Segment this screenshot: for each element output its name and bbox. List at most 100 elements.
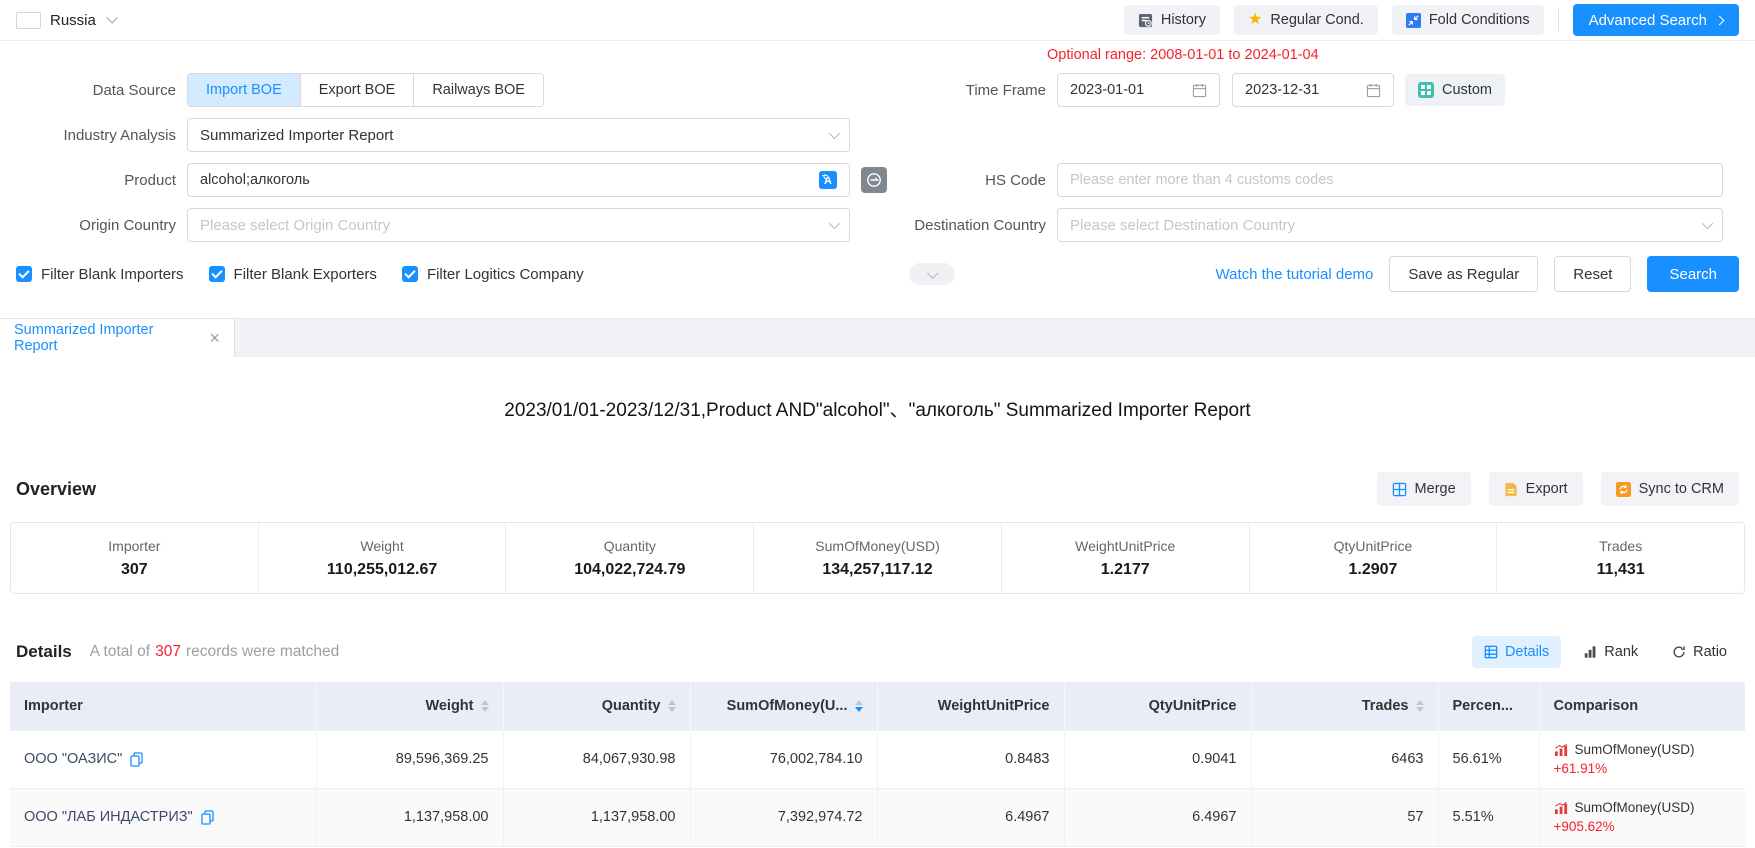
save-as-regular-button[interactable]: Save as Regular <box>1389 256 1538 292</box>
russia-flag-icon <box>16 12 41 29</box>
sort-icon[interactable] <box>668 700 676 712</box>
table-header-row: Importer Weight Quantity SumOfMoney(U...… <box>10 682 1745 730</box>
view-ratio-label: Ratio <box>1693 644 1727 660</box>
product-input[interactable] <box>200 172 819 188</box>
destination-country-label: Destination Country <box>900 217 1046 234</box>
chevron-down-icon <box>927 268 938 279</box>
weight-cell: 1,137,958.00 <box>316 788 503 846</box>
comparison-value: +61.91% <box>1554 761 1732 776</box>
copy-icon[interactable] <box>130 752 143 767</box>
view-ratio-button[interactable]: Ratio <box>1660 636 1739 668</box>
export-button[interactable]: Export <box>1489 472 1583 506</box>
match-mode-button[interactable] <box>861 167 887 193</box>
data-source-tabs: Import BOE Export BOE Railways BOE <box>187 73 544 107</box>
calendar-icon[interactable] <box>1366 83 1381 98</box>
sort-icon-active-desc[interactable] <box>855 700 863 712</box>
weight-unit-price-cell: 6.4967 <box>877 788 1064 846</box>
origin-country-select[interactable]: Please select Origin Country <box>187 208 850 242</box>
tab-export-boe[interactable]: Export BOE <box>300 74 414 106</box>
fold-conditions-button[interactable]: Fold Conditions <box>1392 5 1544 35</box>
importer-name-link[interactable]: ООО "ЛАБ ИНДАСТРИЗ" <box>24 809 193 825</box>
table-row: ООО "ОАЗИС" 89,596,369.25 84,067,930.98 … <box>10 730 1745 788</box>
stat-weight: Weight 110,255,012.67 <box>259 523 507 593</box>
end-date-input[interactable] <box>1232 73 1394 107</box>
stat-label: SumOfMoney(USD) <box>815 538 939 554</box>
tutorial-demo-link[interactable]: Watch the tutorial demo <box>1216 266 1374 283</box>
custom-range-button[interactable]: Custom <box>1405 74 1505 106</box>
tab-strip: Summarized Importer Report × <box>0 318 1755 357</box>
export-icon <box>1504 482 1518 497</box>
hs-code-input[interactable] <box>1070 172 1710 188</box>
svg-text:A: A <box>824 175 832 187</box>
overview-stats: Importer 307 Weight 110,255,012.67 Quant… <box>10 522 1745 594</box>
comparison-label: SumOfMoney(USD) <box>1575 800 1695 815</box>
filter-blank-importers-checkbox[interactable]: Filter Blank Importers <box>16 266 184 283</box>
col-weight[interactable]: Weight <box>316 682 503 730</box>
calendar-icon[interactable] <box>1192 83 1207 98</box>
advanced-search-button[interactable]: Advanced Search <box>1573 4 1739 36</box>
col-trades[interactable]: Trades <box>1251 682 1438 730</box>
end-date-value[interactable] <box>1245 82 1366 98</box>
merge-button[interactable]: Merge <box>1377 472 1471 506</box>
star-icon: ★ <box>1248 12 1262 28</box>
search-button[interactable]: Search <box>1647 256 1739 292</box>
copy-icon[interactable] <box>201 810 214 825</box>
collapse-conditions-button[interactable] <box>909 263 955 285</box>
merge-icon <box>1392 482 1407 497</box>
stat-value: 104,022,724.79 <box>574 561 685 579</box>
close-icon[interactable]: × <box>209 329 220 347</box>
sum-cell: 7,392,974.72 <box>690 788 877 846</box>
filter-logitics-company-checkbox[interactable]: Filter Logitics Company <box>402 266 584 283</box>
divider <box>1558 9 1559 31</box>
summary-prefix: A total of <box>90 643 150 660</box>
col-percentage: Percen... <box>1438 682 1539 730</box>
checkbox-checked-icon[interactable] <box>16 266 32 282</box>
tab-import-boe[interactable]: Import BOE <box>188 74 300 106</box>
tab-railways-boe[interactable]: Railways BOE <box>413 74 543 106</box>
reset-button[interactable]: Reset <box>1554 256 1631 292</box>
mini-chart-icon <box>1554 801 1569 815</box>
qty-unit-price-cell: 0.9041 <box>1064 730 1251 788</box>
comparison-cell: SumOfMoney(USD) +61.91% <box>1539 730 1745 788</box>
tab-summarized-importer-report[interactable]: Summarized Importer Report × <box>0 319 235 357</box>
view-details-button[interactable]: Details <box>1472 636 1561 668</box>
filter-blank-exporters-checkbox[interactable]: Filter Blank Exporters <box>209 266 377 283</box>
table-row: ООО "ЛАБ ИНДАСТРИЗ" 1,137,958.00 1,137,9… <box>10 788 1745 846</box>
importer-name-link[interactable]: ООО "ОАЗИС" <box>24 751 122 767</box>
checkbox-checked-icon[interactable] <box>402 266 418 282</box>
sync-icon <box>1616 482 1631 497</box>
stat-label: WeightUnitPrice <box>1075 538 1175 554</box>
details-grid-icon <box>1484 645 1498 659</box>
history-button[interactable]: History <box>1124 5 1220 35</box>
sort-icon[interactable] <box>1416 700 1424 712</box>
destination-country-select[interactable]: Please select Destination Country <box>1057 208 1723 242</box>
trades-cell: 6463 <box>1251 730 1438 788</box>
stat-importer: Importer 307 <box>11 523 259 593</box>
country-selector-label[interactable]: Russia <box>50 12 96 29</box>
sort-icon[interactable] <box>481 700 489 712</box>
weight-unit-price-cell: 0.8483 <box>877 730 1064 788</box>
col-sum-of-money[interactable]: SumOfMoney(U... <box>690 682 877 730</box>
report-title: 2023/01/01-2023/12/31,Product AND"alcoho… <box>0 395 1755 422</box>
regular-cond-button[interactable]: ★ Regular Cond. <box>1234 5 1378 35</box>
industry-analysis-label: Industry Analysis <box>16 127 176 144</box>
start-date-value[interactable] <box>1070 82 1192 98</box>
origin-country-label: Origin Country <box>16 217 176 234</box>
history-icon <box>1138 13 1153 28</box>
start-date-input[interactable] <box>1057 73 1220 107</box>
chevron-down-icon[interactable] <box>106 12 117 23</box>
col-quantity[interactable]: Quantity <box>503 682 690 730</box>
top-bar: Russia History ★ Regular Cond. Fold Cond… <box>0 0 1755 41</box>
stat-value: 1.2907 <box>1348 561 1397 579</box>
sync-to-crm-button[interactable]: Sync to CRM <box>1601 472 1739 506</box>
stat-value: 134,257,117.12 <box>822 561 932 579</box>
stat-value: 110,255,012.67 <box>327 561 437 579</box>
stat-label: Quantity <box>604 538 656 554</box>
industry-analysis-select[interactable]: Summarized Importer Report <box>187 118 850 152</box>
hs-code-label: HS Code <box>900 172 1046 189</box>
translate-icon[interactable]: A <box>819 171 837 189</box>
stat-quantity: Quantity 104,022,724.79 <box>506 523 754 593</box>
quantity-cell: 1,137,958.00 <box>503 788 690 846</box>
view-rank-button[interactable]: Rank <box>1571 636 1650 668</box>
checkbox-checked-icon[interactable] <box>209 266 225 282</box>
